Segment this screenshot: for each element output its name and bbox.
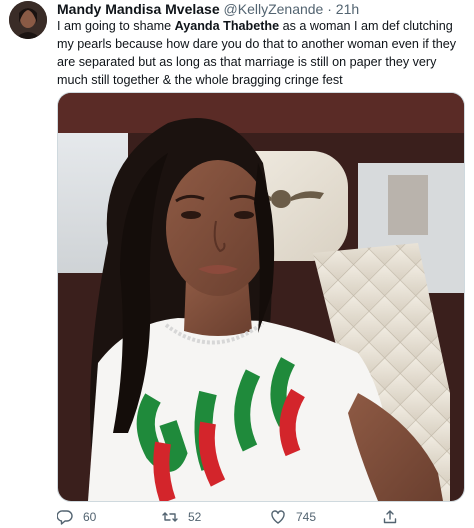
reply-icon bbox=[56, 509, 73, 525]
avatar[interactable] bbox=[9, 1, 47, 39]
tweet-actions: 60 52 745 bbox=[56, 508, 463, 526]
tweet[interactable]: Mandy Mandisa Mvelase @KellyZenande · 21… bbox=[0, 0, 474, 526]
separator-dot: · bbox=[327, 1, 332, 17]
like-count: 745 bbox=[296, 510, 317, 524]
retweet-icon bbox=[162, 509, 178, 525]
face bbox=[166, 160, 270, 296]
tweet-text: I am going to shame Ayanda Thabethe as a… bbox=[57, 17, 463, 89]
tweet-header: Mandy Mandisa Mvelase @KellyZenande · 21… bbox=[57, 0, 466, 18]
like-button[interactable]: 745 bbox=[270, 508, 316, 526]
reply-button[interactable]: 60 bbox=[56, 508, 97, 526]
retweet-button[interactable]: 52 bbox=[162, 508, 201, 526]
share-icon bbox=[382, 509, 398, 525]
timestamp[interactable]: 21h bbox=[336, 1, 359, 17]
heart-icon bbox=[270, 509, 286, 525]
share-button[interactable] bbox=[382, 508, 398, 526]
tweet-photo[interactable] bbox=[57, 92, 465, 502]
display-name[interactable]: Mandy Mandisa Mvelase bbox=[57, 1, 220, 17]
mentioned-name: Ayanda Thabethe bbox=[174, 19, 280, 33]
retweet-count: 52 bbox=[188, 510, 202, 524]
reply-count: 60 bbox=[83, 510, 97, 524]
tweet-text-part: I am going to shame bbox=[57, 19, 175, 33]
user-handle[interactable]: @KellyZenande bbox=[224, 1, 324, 17]
